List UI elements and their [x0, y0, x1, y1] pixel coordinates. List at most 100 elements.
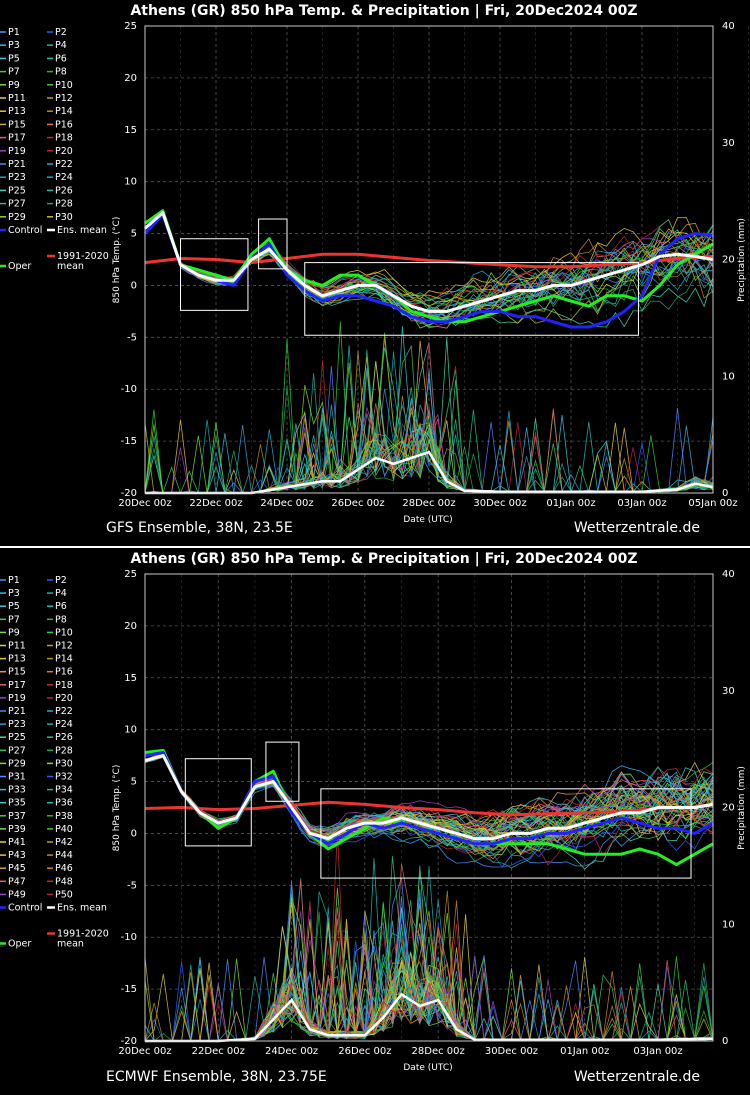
model-label: ECMWF Ensemble, 38N, 23.75E: [106, 1069, 327, 1085]
x-tick-label: 26Dec 00z: [338, 1046, 391, 1057]
y-tick-label: 10: [124, 177, 137, 188]
y-tick-label: -5: [127, 880, 137, 891]
legend-item-p18: P18: [55, 133, 73, 144]
legend-item-p31: P31: [8, 772, 26, 783]
y-tick-label: -5: [127, 332, 137, 343]
chart-title: Athens (GR) 850 hPa Temp. & Precipitatio…: [130, 551, 637, 567]
legend-item-p12: P12: [55, 93, 73, 104]
member-line-p13: [144, 756, 714, 855]
legend-item-p8: P8: [55, 67, 67, 78]
y2-tick-label: 20: [722, 803, 735, 814]
y-tick-label: 15: [124, 125, 137, 136]
legend-item-oper: Oper: [8, 939, 31, 950]
x-tick-label: 03Jan 00z: [633, 1046, 682, 1057]
y-axis-label: 850 hPa Temp. (°C): [112, 217, 122, 304]
legend-item-p9: P9: [8, 80, 20, 91]
legend-item-p13: P13: [8, 106, 26, 117]
legend-item-p3: P3: [8, 588, 20, 599]
legend-item-p36: P36: [55, 798, 73, 809]
x-tick-label: 22Dec 00z: [189, 498, 242, 509]
legend-item-ens-mean: Ens. mean: [57, 225, 107, 236]
legend-item-p21: P21: [8, 159, 26, 170]
y-tick-label: 15: [124, 673, 137, 684]
legend-item-p25: P25: [8, 732, 26, 743]
x-tick-label: 30Dec 00z: [473, 498, 526, 509]
legend-item-p4: P4: [55, 40, 67, 51]
legend-item-p43: P43: [8, 850, 26, 861]
legend-item-p14: P14: [55, 106, 73, 117]
legend-item-p11: P11: [8, 93, 26, 104]
legend-item-p11: P11: [8, 641, 26, 652]
legend-item-p19: P19: [8, 146, 26, 157]
legend-item-p30: P30: [55, 758, 73, 769]
legend-item-p48: P48: [55, 876, 73, 887]
plot-area: 2520151050-5-10-15-2040302010020Dec 00z 2…: [118, 21, 749, 509]
legend-item-p6: P6: [55, 601, 67, 612]
legend-item-control: Control: [8, 903, 42, 914]
y-tick-label: 25: [124, 569, 137, 580]
legend-item-p23: P23: [8, 719, 26, 730]
legend-item-p3: P3: [8, 40, 20, 51]
legend-item-p38: P38: [55, 811, 73, 822]
legend-item-p14: P14: [55, 654, 73, 665]
x-tick-label: 28Dec 00z: [402, 498, 455, 509]
legend-item-p45: P45: [8, 863, 26, 874]
legend-item-p46: P46: [55, 863, 73, 874]
legend-item-p19: P19: [8, 693, 26, 704]
y-tick-label: -15: [121, 984, 137, 995]
y-tick-label: -10: [121, 384, 137, 395]
y-tick-label: 20: [124, 73, 137, 84]
legend-item-oper: Oper: [8, 261, 31, 272]
legend-item-climate: 1991-2020 mean: [57, 251, 109, 272]
legend-item-p29: P29: [8, 758, 26, 769]
legend-item-p9: P9: [8, 627, 20, 638]
y2-tick-label: 10: [722, 371, 735, 382]
legend-item-climate: 1991-2020 mean: [57, 929, 109, 950]
legend-item-p16: P16: [55, 667, 73, 678]
legend-item-p22: P22: [55, 706, 73, 717]
legend-item-p34: P34: [55, 785, 73, 796]
legend-item-p33: P33: [8, 785, 26, 796]
y2-tick-label: 20: [722, 255, 735, 266]
legend-item-p18: P18: [55, 680, 73, 691]
legend-item-p24: P24: [55, 719, 73, 730]
x-axis-label: Date (UTC): [403, 515, 452, 525]
plot-frame: [144, 573, 714, 1042]
x-tick-label: 03Jan 00z: [617, 498, 666, 509]
legend-item-p4: P4: [55, 588, 67, 599]
x-tick-label: 22Dec 00z: [192, 1046, 245, 1057]
y2-tick-label: 30: [722, 686, 735, 697]
y2-tick-label: 10: [722, 919, 735, 930]
legend-item-p2: P2: [55, 27, 67, 38]
x-tick-label: 28Dec 00z: [412, 1046, 465, 1057]
legend: P1 P2 P3 P4 P5 P6 P7 P8 P9 P10 P11 P12 P13 P14 P15 P16 P…: [0, 575, 109, 950]
legend-item-p26: P26: [55, 732, 73, 743]
legend-item-p30: P30: [55, 212, 73, 223]
legend-item-p20: P20: [55, 693, 73, 704]
legend-item-p50: P50: [55, 889, 73, 900]
legend-item-p1: P1: [8, 27, 20, 38]
legend-item-p15: P15: [8, 667, 26, 678]
legend-item-p20: P20: [55, 146, 73, 157]
legend-item-p49: P49: [8, 889, 26, 900]
y2-tick-label: 40: [722, 21, 735, 32]
legend-item-p26: P26: [55, 185, 73, 196]
y-tick-label: 5: [131, 229, 137, 240]
precip-members: [144, 830, 714, 1042]
legend-item-p28: P28: [55, 199, 73, 210]
legend-item-p27: P27: [8, 745, 26, 756]
legend-item-p35: P35: [8, 798, 26, 809]
legend-item-p42: P42: [55, 837, 73, 848]
x-tick-label: 30Dec 00z: [485, 1046, 538, 1057]
legend-item-p1: P1: [8, 575, 20, 586]
legend-item-ens-mean: Ens. mean: [57, 903, 107, 914]
x-tick-label: 26Dec 00z: [331, 498, 384, 509]
y-tick-label: 10: [124, 725, 137, 736]
legend-item-control: Control: [8, 225, 42, 236]
gfs-ensemble-chart: Athens (GR) 850 hPa Temp. & Precipitatio…: [0, 3, 749, 536]
x-tick-label: 20Dec 00z: [118, 1046, 171, 1057]
legend-item-p37: P37: [8, 811, 26, 822]
legend-item-p22: P22: [55, 159, 73, 170]
y-tick-label: 25: [124, 21, 137, 32]
model-label: GFS Ensemble, 38N, 23.5E: [106, 520, 293, 536]
